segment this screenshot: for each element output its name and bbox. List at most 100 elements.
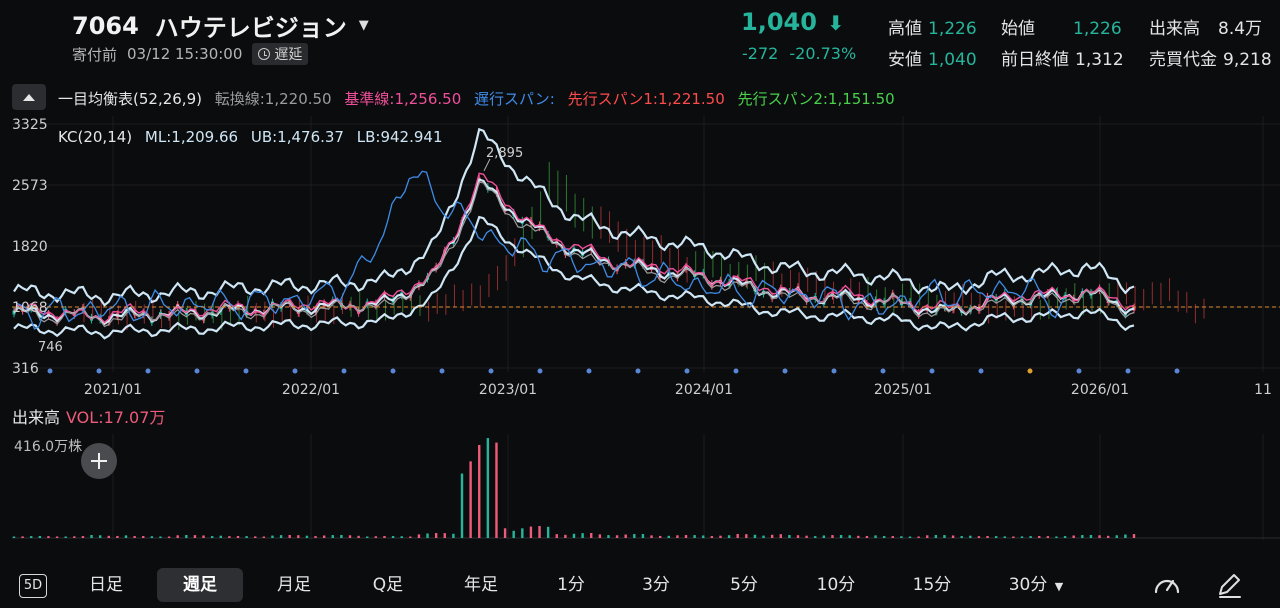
dropdown-caret-icon[interactable]: ▼ [359,18,369,33]
ichimoku-chikou: 遅行スパン: [474,90,555,108]
volume-bar [1012,536,1015,538]
tab-10min[interactable]: 10分 [800,568,872,602]
volume-bar [615,535,619,538]
event-dot [1027,368,1033,374]
event-dot [439,368,445,374]
stat-prev-close: 前日終値 1,312 [1001,45,1124,70]
volume-bar [977,536,981,538]
volume-bar [434,533,438,538]
stat-open-label: 始値 [1001,19,1035,39]
volume-bar [478,444,481,538]
volume-bar [12,536,16,538]
change-value: -272 [742,44,779,63]
volume-bar [1063,536,1067,538]
volume-bar [185,535,188,538]
tab-daily[interactable]: 日足 [70,568,142,602]
volume-bar [1003,536,1006,538]
volume-bar [150,536,154,538]
volume-bar [47,536,50,538]
tab-1min[interactable]: 1分 [535,568,607,602]
arrow-down-icon: ⬇ [827,11,845,35]
tab-yearly[interactable]: 年足 [445,568,517,602]
volume-bar [555,534,558,538]
pen-icon[interactable] [1214,570,1244,600]
volume-bar [460,473,464,538]
chart-grid [12,116,1280,540]
event-dot [782,368,788,374]
y-tick-label: 3325 [12,117,48,133]
volume-bar [796,535,800,538]
event-dot [635,368,641,374]
tab-weekly[interactable]: 週足 [157,568,243,602]
volume-bar [1132,534,1136,538]
tab-30min[interactable]: 30分 ▼ [994,568,1078,602]
volume-bar [658,535,662,538]
tab-5min[interactable]: 5分 [708,568,780,602]
volume-bar [1072,535,1075,538]
volume-bar [857,535,860,538]
collapse-button[interactable] [12,84,46,110]
price-volume-chart[interactable]: 3325 2573 1820 1068 316 2021/01 2022/01 2023/01… [0,112,1280,542]
volume-bar [322,535,326,538]
volume-bar [521,528,524,538]
event-dot [341,368,347,374]
ichimoku-senkou1: 先行スパン1:1,221.50 [567,90,725,108]
y-tick-label: 1068 [12,300,48,316]
ichimoku-tenkan: 転換線:1,220.50 [214,90,332,108]
kc-legend[interactable]: KC(20,14) ML:1,209.66 UB:1,476.37 LB:942… [58,128,451,146]
stat-low-value: 1,040 [928,50,977,70]
5d-toggle[interactable]: 5D [19,574,47,598]
ichimoku-legend[interactable]: 一目均衡表(52,26,9) 転換線:1,220.50 基準線:1,256.50… [58,88,903,109]
price-change: -272 -20.73% [742,44,856,63]
status-row: 寄付前 03/12 15:30:00 遅延 [72,43,309,65]
volume-bar [331,535,334,538]
volume-legend[interactable]: 出来高 VOL:17.07万 [12,404,165,428]
volume-bar [943,535,946,538]
volume-bar [55,536,59,538]
y-tick-label: 1820 [12,239,48,255]
volume-bar [262,536,266,538]
volume-bar [822,535,826,538]
ichimoku-name: 一目均衡表(52,26,9) [58,90,202,108]
event-dot [684,368,690,374]
max-annotation: 2,895 [486,146,523,161]
y-tick-label: 316 [12,361,39,377]
volume-bar [486,438,490,538]
x-tick-label: 2021/01 [84,382,142,398]
event-dot [831,368,837,374]
volume-bar [684,535,688,538]
event-dot [96,368,102,374]
gauge-icon[interactable] [1152,570,1182,600]
volume-bar [874,535,877,538]
tab-quarterly[interactable]: Q足 [352,568,424,602]
tab-monthly[interactable]: 月足 [258,568,330,602]
volume-bar [882,536,886,538]
price-value: 1,040 [741,8,817,36]
volume-bar [254,536,257,538]
event-dot [1174,368,1180,374]
stat-volume-value: 8.4万 [1218,19,1263,39]
volume-bar [1020,536,1024,538]
kc-name: KC(20,14) [58,128,133,146]
stock-title[interactable]: 7064 ハウテレビジョン ▼ [72,8,369,43]
volume-bar [288,535,291,538]
volume-bar [202,535,205,538]
y-tick-label: 2573 [12,178,48,194]
delay-label: 遅延 [274,47,303,63]
volume-bar [667,535,670,538]
chart-axes: 3325 2573 1820 1068 316 2021/01 2022/01 2023/01… [12,117,1272,398]
x-tick-label: 2023/01 [479,382,537,398]
volume-bar [305,535,309,538]
stat-open: 始値 1,226 [1001,14,1122,39]
clock-icon [258,48,271,60]
tab-15min[interactable]: 15分 [896,568,968,602]
stat-low-label: 安値 [888,50,922,70]
volume-bar [745,534,748,538]
volume-bar [90,535,93,538]
tab-3min[interactable]: 3分 [620,568,692,602]
stat-volume-label: 出来高 [1149,19,1200,39]
event-dot [929,368,935,374]
volume-bar [210,536,214,538]
volume-bar [590,533,593,538]
plus-icon[interactable] [81,443,117,479]
